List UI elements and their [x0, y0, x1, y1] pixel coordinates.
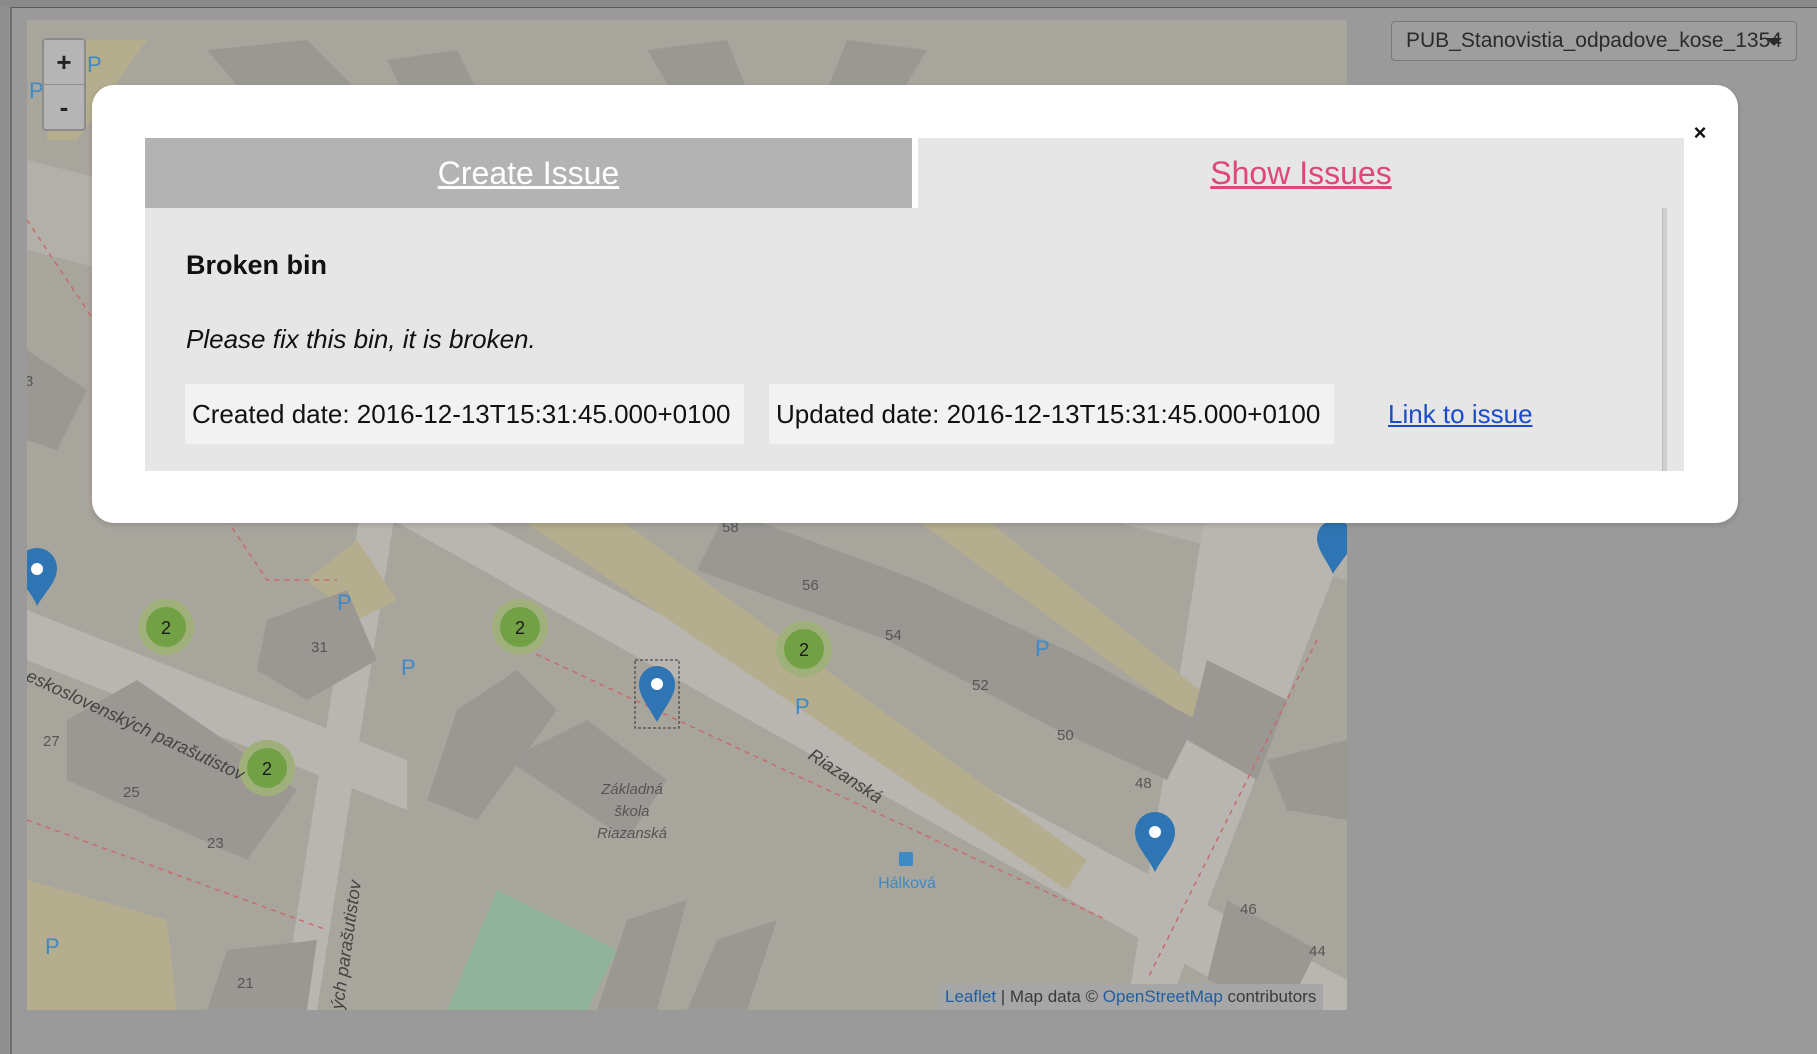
cluster-count: 2 — [515, 618, 525, 638]
bus-stop-label: Hálková — [878, 875, 936, 892]
parking-label: P — [1035, 636, 1050, 661]
parking-label: P — [45, 934, 60, 959]
house-number: 44 — [1309, 943, 1326, 960]
issue-link[interactable]: Link to issue — [1388, 397, 1533, 431]
house-number: 21 — [237, 975, 254, 992]
leaflet-link[interactable]: Leaflet — [945, 987, 996, 1006]
map-cluster[interactable]: 2 — [492, 599, 548, 655]
parking-label: P — [401, 655, 416, 680]
map-cluster[interactable]: 2 — [239, 740, 295, 796]
parking-label: P — [87, 52, 102, 77]
zoom-in-button[interactable]: + — [44, 40, 84, 84]
map-cluster[interactable]: 2 — [776, 621, 832, 677]
map-marker[interactable] — [27, 548, 57, 606]
house-number: 50 — [1057, 727, 1074, 744]
window-top-border — [0, 0, 1817, 8]
attribution-text: | Map data © — [996, 987, 1103, 1006]
issue-title: Broken bin — [186, 250, 328, 280]
close-icon[interactable]: × — [1685, 118, 1715, 148]
building — [687, 920, 777, 1010]
layer-select-value: PUB_Stanovistia_odpadove_kose_1354 — [1406, 29, 1782, 52]
map-attribution: Leaflet | Map data © OpenStreetMap contr… — [938, 984, 1324, 1010]
panel-scrollbar[interactable] — [1662, 208, 1667, 471]
house-number: 48 — [1135, 775, 1152, 792]
house-number: 31 — [311, 639, 328, 656]
layer-select[interactable]: PUB_Stanovistia_odpadove_kose_1354 — [1391, 21, 1797, 61]
zoom-control: + - — [42, 38, 86, 131]
bus-stop-icon — [899, 852, 913, 866]
house-number: 46 — [1240, 901, 1257, 918]
cluster-count: 2 — [799, 640, 809, 660]
cluster-count: 2 — [262, 759, 272, 779]
house-number: 27 — [43, 733, 60, 750]
created-date: Created date: 2016-12-13T15:31:45.000+01… — [185, 384, 744, 444]
window-left-border — [0, 7, 12, 1054]
house-number: 54 — [885, 627, 902, 644]
green-area — [447, 890, 617, 1010]
parking-label: P — [337, 590, 352, 615]
building-label: Základná — [600, 781, 663, 798]
house-number: 23 — [207, 835, 224, 852]
updated-date: Updated date: 2016-12-13T15:31:45.000+01… — [769, 384, 1334, 444]
parking-label: P — [795, 694, 810, 719]
tab-show-issues[interactable]: Show Issues — [918, 138, 1684, 208]
house-number: 52 — [972, 677, 989, 694]
cluster-count: 2 — [161, 618, 171, 638]
map-cluster[interactable]: 2 — [138, 599, 194, 655]
building-label: Riazanská — [597, 825, 667, 842]
osm-link[interactable]: OpenStreetMap — [1103, 987, 1223, 1006]
house-number: 25 — [123, 784, 140, 801]
building — [27, 350, 87, 450]
house-number: 3 — [27, 373, 33, 390]
building — [207, 940, 317, 1010]
house-number: 56 — [802, 577, 819, 594]
attribution-tail: contributors — [1222, 987, 1317, 1006]
issue-description: Please fix this bin, it is broken. — [186, 324, 536, 354]
tab-create-issue[interactable]: Create Issue — [145, 138, 912, 208]
zoom-out-button[interactable]: - — [44, 84, 84, 129]
chevron-down-icon — [1766, 38, 1782, 46]
building — [1267, 740, 1347, 820]
building-label: škola — [614, 803, 649, 820]
